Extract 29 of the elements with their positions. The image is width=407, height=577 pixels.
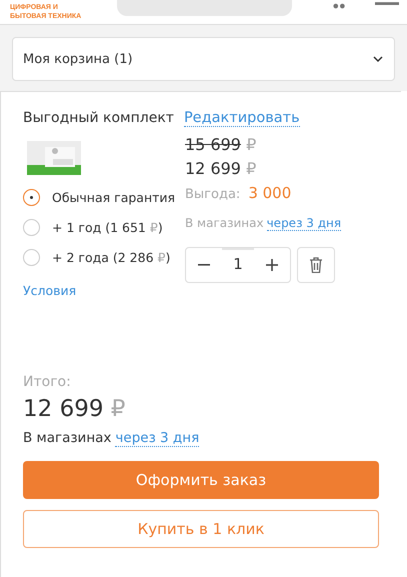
minus-icon [198, 264, 210, 266]
availability-label: В магазинах [23, 430, 112, 447]
radio-button[interactable] [23, 249, 40, 266]
total-label: Итого: [23, 374, 72, 390]
edit-link[interactable]: Редактировать [184, 110, 300, 127]
warranty-option[interactable]: + 1 год (1 651 ₽) [52, 220, 163, 235]
warranty-option[interactable]: Обычная гарантия [52, 190, 176, 205]
menu-icon[interactable] [374, 2, 400, 8]
trash-icon [309, 257, 323, 273]
plus-icon [266, 259, 278, 271]
old-price: 15 699 ₽ [185, 134, 258, 156]
cart-dropdown[interactable]: Моя корзина (1) [12, 37, 395, 81]
radio-button[interactable] [23, 189, 40, 206]
delete-button[interactable] [297, 247, 335, 283]
checkout-button[interactable]: Оформить заказ [23, 461, 379, 499]
chevron-down-icon [372, 55, 384, 63]
bundle-title: Выгодный комплект [23, 110, 174, 126]
quantity-field[interactable]: 1 [222, 248, 254, 280]
availability-label: В магазинах [185, 216, 264, 231]
availability-link[interactable]: через 3 дня [266, 216, 342, 231]
warranty-option[interactable]: + 2 года (2 286 ₽) [52, 250, 170, 265]
total-price: 12 699 ₽ [23, 396, 126, 422]
radio-button[interactable] [23, 219, 40, 236]
savings-amount: 3 000 [248, 184, 292, 202]
savings-label: Выгода: [185, 187, 240, 202]
price: 12 699 ₽ [185, 158, 258, 180]
one-click-buy-button[interactable]: Купить в 1 клик [23, 510, 379, 548]
conditions-link[interactable]: Условия [23, 283, 76, 298]
availability-link[interactable]: через 3 дня [115, 430, 200, 447]
